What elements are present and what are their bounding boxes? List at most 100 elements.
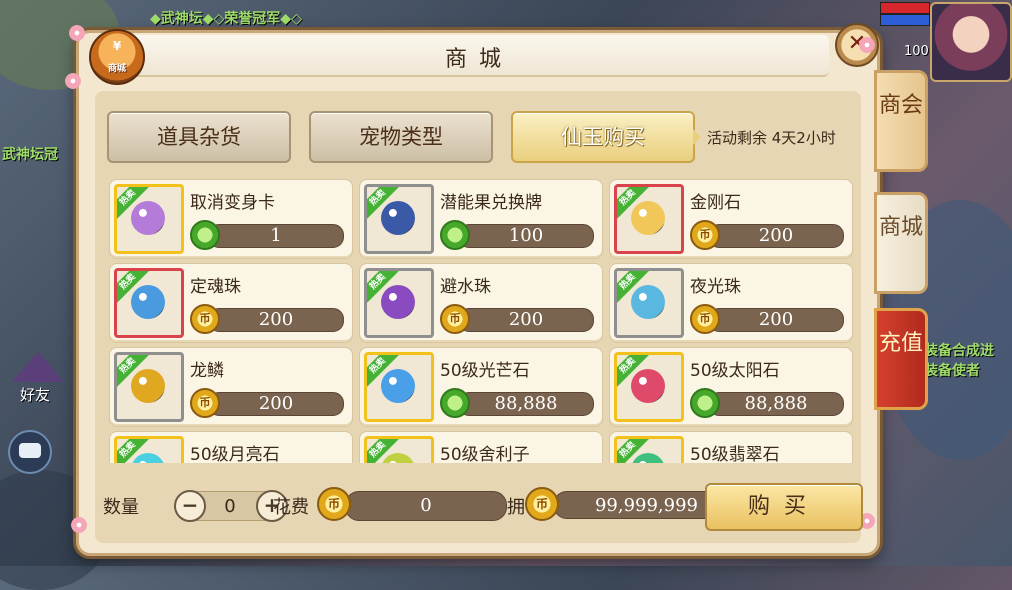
item-icon-slot: 热卖 [114, 436, 184, 463]
item-icon-slot: 热卖 [364, 436, 434, 463]
quantity-label: 数量 [103, 497, 139, 518]
hud-left-text: 武神坛冠 [2, 147, 58, 163]
gold-coin-icon: 币 [525, 487, 559, 521]
side-tab-mall[interactable]: 商城 [874, 192, 928, 294]
title-bar: 商城 [129, 35, 829, 77]
item-icon-slot: 热卖 [114, 268, 184, 338]
shop-badge-icon: ¥ 商城 [89, 29, 145, 85]
yen-icon: ¥ [112, 39, 122, 53]
item-card[interactable]: 热卖 金刚石 200 币 [609, 179, 853, 259]
hud-right-text-1: 装备合成进 [924, 343, 994, 359]
hud-right-text-2: 装备使者 [924, 363, 980, 379]
quantity-minus-button[interactable]: − [174, 490, 206, 522]
item-price: 200 [208, 308, 344, 332]
tab-props[interactable]: 道具杂货 [107, 111, 291, 163]
tab-label: 仙玉购买 [561, 125, 645, 149]
item-card[interactable]: 热卖 避水珠 200 币 [359, 263, 603, 343]
gold-coin-icon: 币 [190, 304, 220, 334]
jade-coin-icon [440, 220, 470, 250]
item-icon [131, 285, 165, 319]
item-icon [631, 453, 665, 463]
friends-label: 好友 [20, 386, 51, 404]
item-icon-slot: 热卖 [114, 352, 184, 422]
player-avatar[interactable] [930, 2, 1012, 82]
flower-decoration [71, 517, 87, 533]
player-level: 100 [904, 44, 929, 59]
flower-decoration [69, 25, 85, 41]
item-card[interactable]: 热卖 龙鳞 200 币 [109, 347, 353, 427]
item-icon-slot: 热卖 [614, 436, 684, 463]
item-icon-slot: 热卖 [614, 184, 684, 254]
item-card[interactable]: 热卖 夜光珠 200 币 [609, 263, 853, 343]
item-card[interactable]: 热卖 50级月亮石 [109, 431, 353, 463]
gold-coin-icon: 币 [317, 487, 351, 521]
cost-label: 花费 [273, 497, 309, 518]
item-icon-slot: 热卖 [114, 184, 184, 254]
item-card[interactable]: 热卖 50级太阳石 88,888 [609, 347, 853, 427]
tab-label: 宠物类型 [359, 125, 443, 149]
item-price: 200 [458, 308, 594, 332]
hud-title-text: ◆武神坛◆◇荣誉冠军◆◇ [150, 11, 302, 27]
item-name: 取消变身卡 [190, 193, 275, 213]
side-tab-label: 商城 [878, 215, 923, 240]
tab-pets[interactable]: 宠物类型 [309, 111, 493, 163]
item-icon-slot: 热卖 [364, 352, 434, 422]
chat-button[interactable] [8, 430, 52, 474]
item-card[interactable]: 热卖 取消变身卡 1 [109, 179, 353, 259]
item-name: 潜能果兑换牌 [440, 193, 542, 213]
item-icon [381, 369, 415, 403]
mp-bar [880, 14, 930, 26]
friends-button[interactable]: 好友 [2, 352, 72, 406]
gold-coin-icon: 币 [440, 304, 470, 334]
item-price: 88,888 [458, 392, 594, 416]
item-name: 50级太阳石 [690, 361, 780, 381]
chat-bubble-icon [19, 443, 41, 458]
item-icon [631, 369, 665, 403]
cost-value: 0 [345, 491, 507, 521]
item-icon-slot: 热卖 [364, 184, 434, 254]
item-price: 88,888 [708, 392, 844, 416]
side-tab-recharge[interactable]: 充值 [874, 308, 928, 410]
gold-coin-icon: 币 [690, 220, 720, 250]
item-price: 200 [708, 224, 844, 248]
side-tab-label: 充值 [878, 331, 923, 356]
item-name: 50级光芒石 [440, 361, 530, 381]
flower-decoration [859, 37, 875, 53]
shop-badge-label: 商城 [107, 64, 126, 74]
page-title: 商城 [444, 47, 513, 72]
item-card[interactable]: 热卖 50级光芒石 88,888 [359, 347, 603, 427]
flower-decoration [65, 73, 81, 89]
item-price: 200 [708, 308, 844, 332]
jade-coin-icon [690, 388, 720, 418]
item-price: 200 [208, 392, 344, 416]
item-name: 定魂珠 [190, 277, 241, 297]
gold-coin-icon: 币 [190, 388, 220, 418]
item-icon [381, 453, 415, 463]
item-price: 1 [208, 224, 344, 248]
item-icon [131, 201, 165, 235]
quantity-value[interactable]: 0 [212, 496, 248, 517]
item-card[interactable]: 热卖 潜能果兑换牌 100 [359, 179, 603, 259]
hp-bar [880, 2, 930, 14]
item-icon-slot: 热卖 [614, 268, 684, 338]
item-name: 夜光珠 [690, 277, 741, 297]
item-grid[interactable]: 热卖 取消变身卡 1 热卖 潜能果兑换牌 100 热卖 金刚石 200 币热卖 定魂珠 200 币热卖避… [109, 179, 853, 463]
item-price: 100 [458, 224, 594, 248]
tab-jade-purchase[interactable]: 仙玉购买 [511, 111, 701, 163]
item-name: 50级舍利子 [440, 445, 530, 463]
item-icon-slot: 热卖 [364, 268, 434, 338]
item-card[interactable]: 热卖 50级舍利子 [359, 431, 603, 463]
jade-coin-icon [190, 220, 220, 250]
item-card[interactable]: 热卖 定魂珠 200 币 [109, 263, 353, 343]
quantity-stepper: − 0 + [174, 490, 288, 522]
item-name: 龙鳞 [190, 361, 224, 381]
owned-value: 99,999,999 [553, 491, 721, 519]
item-name: 避水珠 [440, 277, 491, 297]
item-icon [381, 285, 415, 319]
item-card[interactable]: 热卖 50级翡翠石 [609, 431, 853, 463]
buy-button[interactable]: 购买 [705, 483, 863, 531]
side-tab-guild-shop[interactable]: 商会 [874, 70, 928, 172]
item-icon [631, 285, 665, 319]
wizard-hat-icon [12, 352, 64, 382]
event-remaining-time: 活动剩余 4天2小时 [707, 129, 836, 147]
